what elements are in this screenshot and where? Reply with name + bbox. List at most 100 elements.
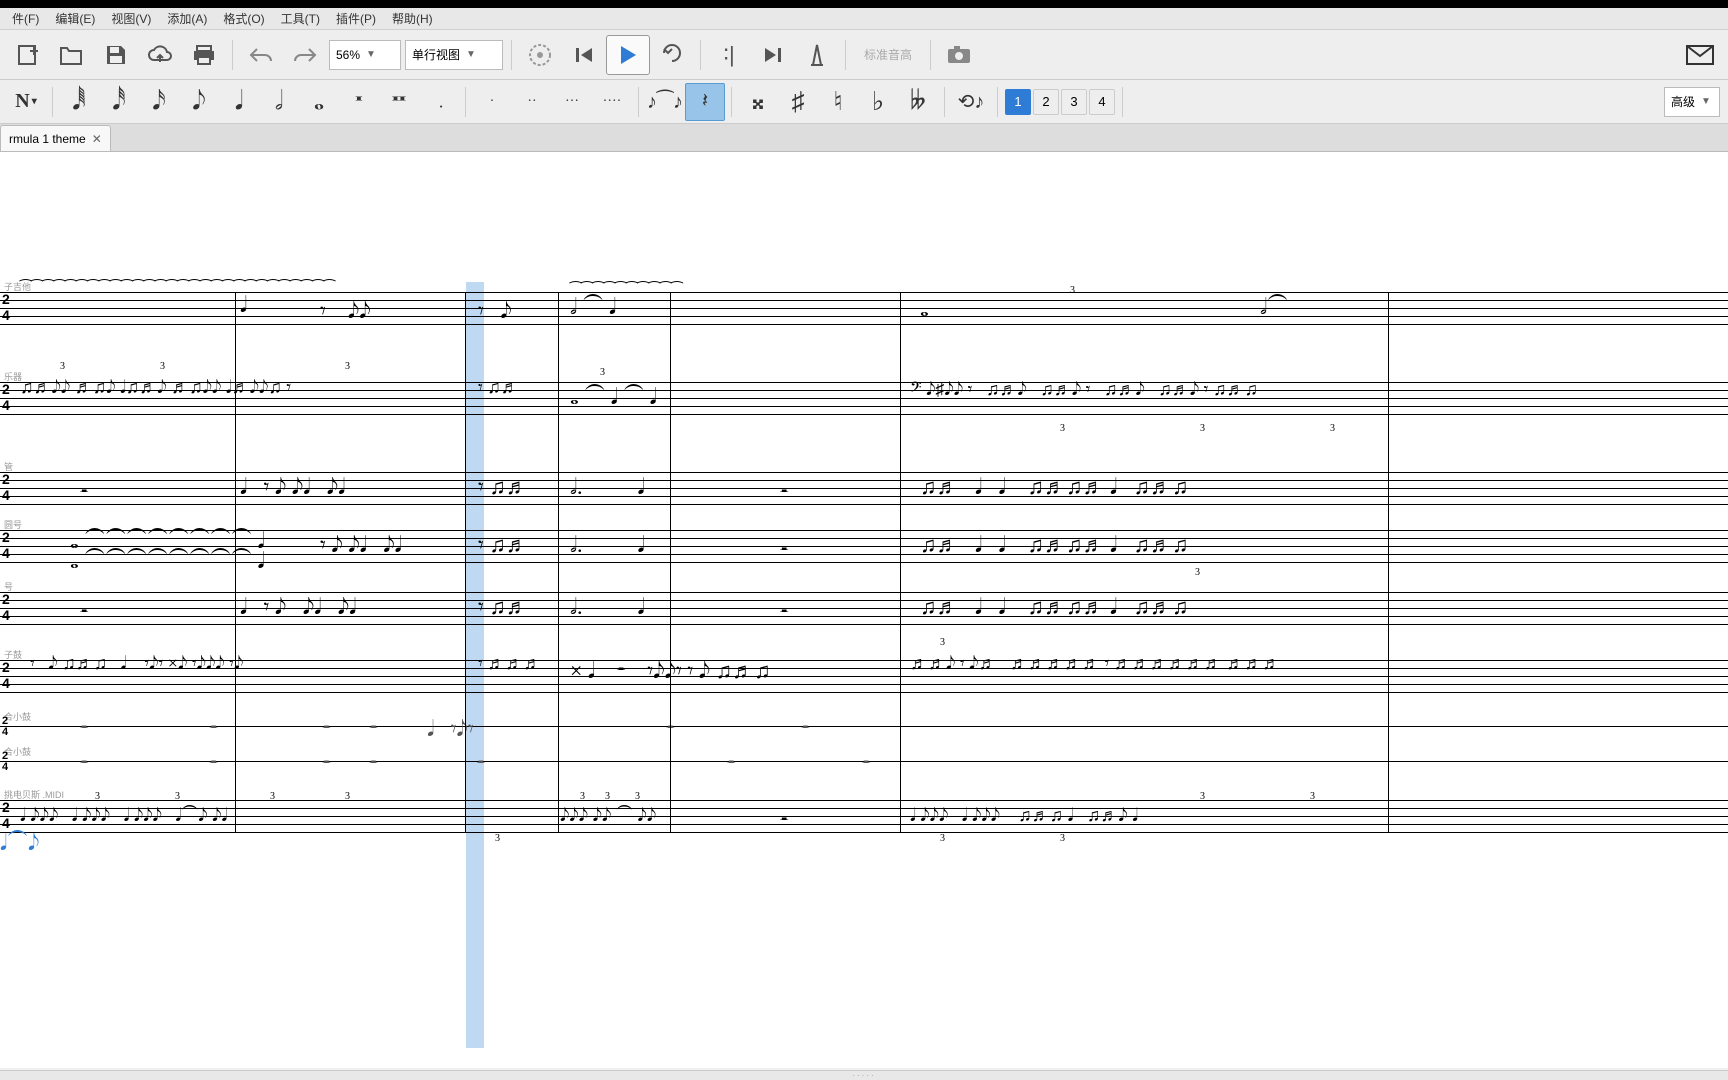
note-glyphs: 3	[600, 368, 605, 378]
note-glyphs: 3	[345, 362, 350, 372]
note-glyphs: 𝄼	[780, 810, 788, 832]
toolbar-separator	[511, 40, 512, 70]
barline	[558, 292, 559, 832]
duration-64th-button[interactable]: 𝅘𝅥𝅱	[59, 83, 99, 121]
note-glyphs: ♫♬ 𝅘𝅥 𝅘𝅥 ♫♬♫♬ 𝅘𝅥 ♫♬♫	[920, 596, 1189, 618]
note-glyphs: 𝄾 ♬♬♬	[478, 654, 541, 672]
note-glyphs: 𝅝	[920, 298, 929, 320]
menu-bar: 件(F) 编辑(E) 视图(V) 添加(A) 格式(O) 工具(T) 插件(P)…	[0, 8, 1728, 30]
toolbar-separator	[52, 87, 53, 117]
menu-plugins[interactable]: 插件(P)	[328, 8, 384, 29]
toolbar-separator	[845, 40, 846, 70]
repeat-start-button[interactable]: ∶|	[707, 35, 751, 75]
note-glyphs: 3	[495, 834, 500, 844]
grip-icon: ·····	[852, 1071, 875, 1080]
note-glyphs: ♫♬ 𝅘𝅥 𝅘𝅥 ♫♬♫♬ 𝅘𝅥 ♫♬♫	[920, 476, 1189, 498]
flip-stem-button[interactable]: ⟲♪	[951, 83, 991, 121]
voice-2-button[interactable]: 2	[1033, 89, 1059, 115]
menu-add[interactable]: 添加(A)	[159, 8, 215, 29]
close-icon[interactable]: ✕	[92, 132, 102, 146]
feedback-button[interactable]	[1678, 35, 1722, 75]
note-glyphs: 𝅘𝅥𝅮𝅘𝅥𝅮𝅘𝅥𝅮 𝅘𝅥𝅮𝅘𝅥𝅮 ⁀ 𝅘𝅥𝅮𝅘𝅥𝅮	[560, 806, 656, 824]
menu-view[interactable]: 视图(V)	[103, 8, 159, 29]
undo-button[interactable]	[239, 35, 283, 75]
rest-button[interactable]: 𝄽	[685, 83, 725, 121]
menu-help[interactable]: 帮助(H)	[384, 8, 441, 29]
voice-1-button[interactable]: 1	[1005, 89, 1031, 115]
resize-handle[interactable]: ·····	[0, 1070, 1728, 1080]
menu-format[interactable]: 格式(O)	[215, 8, 272, 29]
dot4-button[interactable]: ····	[592, 83, 632, 121]
note-glyphs: 3	[1060, 834, 1065, 844]
voice-4-button[interactable]: 4	[1089, 89, 1115, 115]
time-signature: 24	[2, 716, 8, 738]
loop-button[interactable]	[650, 35, 694, 75]
time-signature: 24	[2, 800, 10, 832]
time-signature: 24	[2, 751, 8, 773]
menu-edit[interactable]: 编辑(E)	[47, 8, 103, 29]
chevron-down-icon: ▼	[366, 49, 376, 60]
tie-button[interactable]: ♪⁀♪	[645, 83, 685, 121]
note-glyphs: 3	[1060, 424, 1065, 434]
screenshot-button[interactable]	[937, 35, 981, 75]
voice-3-button[interactable]: 3	[1061, 89, 1087, 115]
note-glyphs: 3	[605, 792, 610, 802]
note-glyphs: 𝅝 ⁀ 𝅘𝅥 ⁀ 𝅘𝅥	[570, 386, 657, 408]
duration-8th-button[interactable]: 𝅘𝅥𝅮	[179, 83, 219, 121]
flat-button[interactable]: ♭	[858, 83, 898, 121]
note-glyphs: 𝄢 𝅘𝅥𝅮♯𝅘𝅥𝅮𝅘𝅥𝅮 𝄾 ♫♬𝅘𝅥𝅮 ♫♬𝅘𝅥𝅮 𝄾 ♫♬𝅘𝅥𝅮 ♫♬𝅘𝅥𝅮…	[910, 380, 1258, 398]
view-mode-dropdown[interactable]: 单行视图 ▼	[405, 40, 503, 70]
note-glyphs: 𝄾 𝅘𝅥𝅮𝅘𝅥𝅮	[320, 300, 371, 322]
play-button[interactable]	[606, 35, 650, 75]
redo-button[interactable]	[283, 35, 327, 75]
zoom-dropdown[interactable]: 56% ▼	[329, 40, 401, 70]
note-glyphs: 3	[940, 834, 945, 844]
save-button[interactable]	[94, 35, 138, 75]
time-signature: 24	[2, 660, 10, 692]
staff-lines	[0, 800, 1728, 832]
sharp-button[interactable]: ♯	[778, 83, 818, 121]
note-glyphs: 3	[580, 792, 585, 802]
note-glyphs: 3	[60, 362, 65, 372]
print-button[interactable]	[182, 35, 226, 75]
toolbar-separator	[1122, 87, 1123, 117]
note-glyphs: 3	[270, 792, 275, 802]
workspace-dropdown[interactable]: 高级 ▼	[1664, 87, 1720, 117]
dot2-button[interactable]: ··	[512, 83, 552, 121]
double-sharp-button[interactable]: 𝄪	[738, 83, 778, 121]
double-flat-button[interactable]: 𝄫	[898, 83, 938, 121]
duration-quarter-button[interactable]: 𝅘𝅥	[219, 83, 259, 121]
document-tab[interactable]: rmula 1 theme ✕	[0, 125, 111, 151]
toolbar-separator	[731, 87, 732, 117]
count-in-button[interactable]	[795, 35, 839, 75]
repeat-end-button[interactable]	[751, 35, 795, 75]
toolbar-separator	[944, 87, 945, 117]
score-canvas[interactable]: 子吉他 24 ⁀⁀⁀⁀⁀⁀⁀⁀⁀⁀⁀⁀⁀⁀⁀⁀⁀⁀⁀⁀⁀⁀⁀⁀⁀⁀⁀⁀ 𝅘𝅥 𝄾…	[0, 152, 1728, 1068]
staff-lines	[0, 660, 1728, 692]
dot-button[interactable]: 𝅭	[419, 83, 459, 121]
duration-16th-button[interactable]: 𝅘𝅥𝅯	[139, 83, 179, 121]
duration-32nd-button[interactable]: 𝅘𝅥𝅰	[99, 83, 139, 121]
cloud-save-button[interactable]	[138, 35, 182, 75]
dot3-button[interactable]: ···	[552, 83, 592, 121]
note-glyphs: 𝅘𝅥 𝅘𝅥𝅮𝅘𝅥𝅮𝅘𝅥𝅮 𝅘𝅥 𝅘𝅥𝅮𝅘𝅥𝅮𝅘𝅥𝅮 ♫♬♫ 𝅘𝅥 ♫♬𝅘𝅥𝅮 𝅘…	[910, 806, 1138, 824]
duration-longa-button[interactable]: 𝄺𝄺	[379, 83, 419, 121]
tab-title: rmula 1 theme	[9, 132, 86, 146]
new-score-button[interactable]	[6, 35, 50, 75]
time-signature: 24	[2, 530, 10, 562]
menu-file[interactable]: 件(F)	[4, 8, 47, 29]
duration-breve-button[interactable]: 𝄺	[339, 83, 379, 121]
duration-whole-button[interactable]: 𝅝	[299, 83, 339, 121]
note-glyphs: 𝄼 𝄼 𝄼 𝄼 𝄼 𝄼 𝄼	[80, 753, 870, 775]
natural-button[interactable]: ♮	[818, 83, 858, 121]
menu-tools[interactable]: 工具(T)	[273, 8, 328, 29]
metronome-button[interactable]	[518, 35, 562, 75]
open-button[interactable]	[50, 35, 94, 75]
duration-half-button[interactable]: 𝅗𝅥	[259, 83, 299, 121]
note-glyphs: 𝄼	[780, 482, 788, 504]
note-input-mode-button[interactable]: N▾	[6, 83, 46, 121]
note-glyphs: 3	[1330, 424, 1335, 434]
dot1-button[interactable]: ·	[472, 83, 512, 121]
note-glyphs: 𝅗𝅥. 𝅘𝅥	[570, 476, 645, 498]
rewind-button[interactable]	[562, 35, 606, 75]
